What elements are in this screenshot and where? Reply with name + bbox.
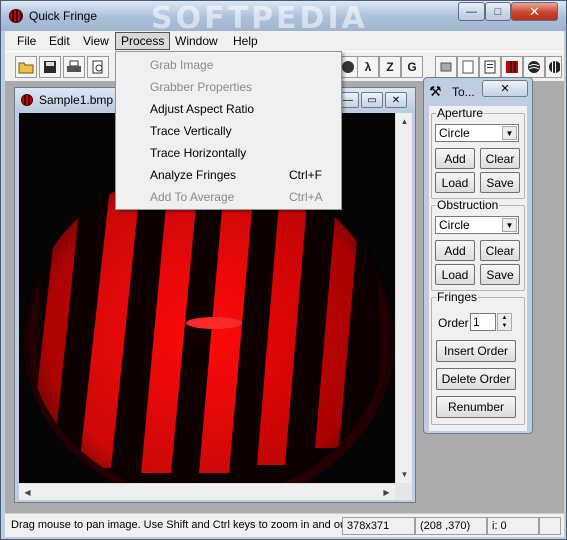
delete-order-button[interactable]: Delete Order: [436, 368, 516, 390]
renumber-button[interactable]: Renumber: [436, 396, 516, 418]
menu-grab-image[interactable]: Grab Image: [118, 54, 339, 76]
save-disk-icon[interactable]: [39, 56, 61, 78]
menu-file[interactable]: File: [11, 32, 42, 50]
printer-icon[interactable]: [63, 56, 85, 78]
status-coordinates: (208 ,370): [415, 517, 487, 535]
obstruction-shape-select[interactable]: Circle ▼: [435, 216, 519, 234]
analyze-fringes-shortcut: Ctrl+F: [289, 168, 322, 182]
pattern-icon[interactable]: [545, 56, 562, 78]
menu-process[interactable]: Process: [115, 32, 171, 50]
obstruction-load-button[interactable]: Load: [435, 264, 475, 285]
menu-trace-vertically[interactable]: Trace Vertically: [118, 120, 339, 142]
obstruction-legend: Obstruction: [437, 198, 499, 212]
menu-bar: File Edit View Process Window Help: [5, 31, 564, 51]
scroll-right-icon[interactable]: ▶: [378, 484, 395, 501]
print-preview-icon[interactable]: [87, 56, 109, 78]
report-icon[interactable]: [479, 56, 501, 78]
process-menu-dropdown: Grab Image Grabber Properties Adjust Asp…: [115, 51, 342, 210]
status-extra-panel: [539, 517, 561, 535]
aperture-save-button[interactable]: Save: [480, 172, 520, 193]
window-title: Quick Fringe: [29, 9, 98, 23]
menu-edit[interactable]: Edit: [43, 32, 76, 50]
image-window-title: Sample1.bmp: [39, 93, 114, 107]
vertical-scrollbar[interactable]: ▲ ▼: [395, 113, 412, 483]
fringes-legend: Fringes: [437, 290, 478, 304]
tools-title-bar[interactable]: ⚒ To... ✕: [424, 78, 532, 104]
menu-grabber-properties[interactable]: Grabber Properties: [118, 76, 339, 98]
status-image-size: 378x371: [342, 517, 415, 535]
insert-order-button[interactable]: Insert Order: [436, 340, 516, 362]
interferogram-icon[interactable]: [501, 56, 523, 78]
menu-add-to-average[interactable]: Add To Average Ctrl+A: [118, 186, 339, 208]
status-index: i: 0: [487, 517, 539, 535]
obstruction-save-button[interactable]: Save: [480, 264, 520, 285]
lambda-button[interactable]: λ: [357, 56, 379, 78]
close-button[interactable]: ✕: [511, 2, 558, 21]
zernike-button[interactable]: Z: [379, 56, 401, 78]
obstruction-clear-button[interactable]: Clear: [480, 240, 520, 261]
minimize-button[interactable]: —: [458, 2, 485, 21]
settings-icon[interactable]: [435, 56, 457, 78]
obstruction-shape-value: Circle: [439, 218, 470, 232]
graph-button[interactable]: G: [401, 56, 423, 78]
scroll-up-icon[interactable]: ▲: [396, 113, 413, 130]
document-icon[interactable]: [457, 56, 479, 78]
aperture-load-button[interactable]: Load: [435, 172, 475, 193]
aperture-shape-select[interactable]: Circle ▼: [435, 124, 519, 142]
title-bar[interactable]: Quick Fringe SOFTPEDIA — □ ✕: [1, 1, 566, 36]
app-icon[interactable]: [9, 9, 23, 23]
tools-window[interactable]: ⚒ To... ✕ Aperture Circle ▼ Add Clear Lo…: [423, 77, 533, 434]
image-close-button[interactable]: ✕: [385, 92, 407, 108]
add-to-average-shortcut: Ctrl+A: [289, 190, 323, 204]
obstruction-add-button[interactable]: Add: [435, 240, 475, 261]
status-hint: Drag mouse to pan image. Use Shift and C…: [7, 517, 342, 535]
menu-trace-horizontally[interactable]: Trace Horizontally: [118, 142, 339, 164]
horizontal-scrollbar[interactable]: ◀ ▶: [19, 483, 395, 500]
open-folder-icon[interactable]: [15, 56, 37, 78]
scroll-down-icon[interactable]: ▼: [396, 466, 413, 483]
aperture-clear-button[interactable]: Clear: [480, 148, 520, 169]
menu-help[interactable]: Help: [227, 32, 264, 50]
menu-adjust-aspect-ratio[interactable]: Adjust Aspect Ratio: [118, 98, 339, 120]
status-bar: Drag mouse to pan image. Use Shift and C…: [5, 513, 564, 537]
order-input[interactable]: 1: [470, 313, 496, 331]
menu-window[interactable]: Window: [169, 32, 224, 50]
chevron-down-icon[interactable]: ▼: [502, 218, 517, 232]
chevron-down-icon[interactable]: ▼: [502, 126, 517, 140]
maximize-button[interactable]: □: [485, 2, 511, 21]
aperture-add-button[interactable]: Add: [435, 148, 475, 169]
scroll-left-icon[interactable]: ◀: [19, 484, 36, 501]
tools-close-button[interactable]: ✕: [482, 80, 528, 97]
main-window: Quick Fringe SOFTPEDIA — □ ✕ File Edit V…: [0, 0, 567, 540]
tools-title: To...: [452, 85, 475, 99]
tools-panel: Aperture Circle ▼ Add Clear Load Save Ob…: [429, 106, 527, 431]
hammer-icon: ⚒: [429, 83, 442, 99]
menu-view[interactable]: View: [77, 32, 115, 50]
menu-analyze-fringes[interactable]: Analyze Fringes Ctrl+F: [118, 164, 339, 186]
aperture-legend: Aperture: [437, 106, 484, 120]
aperture-shape-value: Circle: [439, 126, 470, 140]
order-label: Order: [438, 316, 469, 330]
order-spinner[interactable]: ▲ ▼: [497, 313, 512, 331]
image-document-icon: [21, 94, 33, 106]
image-maximize-button[interactable]: ▭: [361, 92, 383, 108]
wave-icon[interactable]: [523, 56, 545, 78]
scroll-corner: [395, 483, 412, 500]
